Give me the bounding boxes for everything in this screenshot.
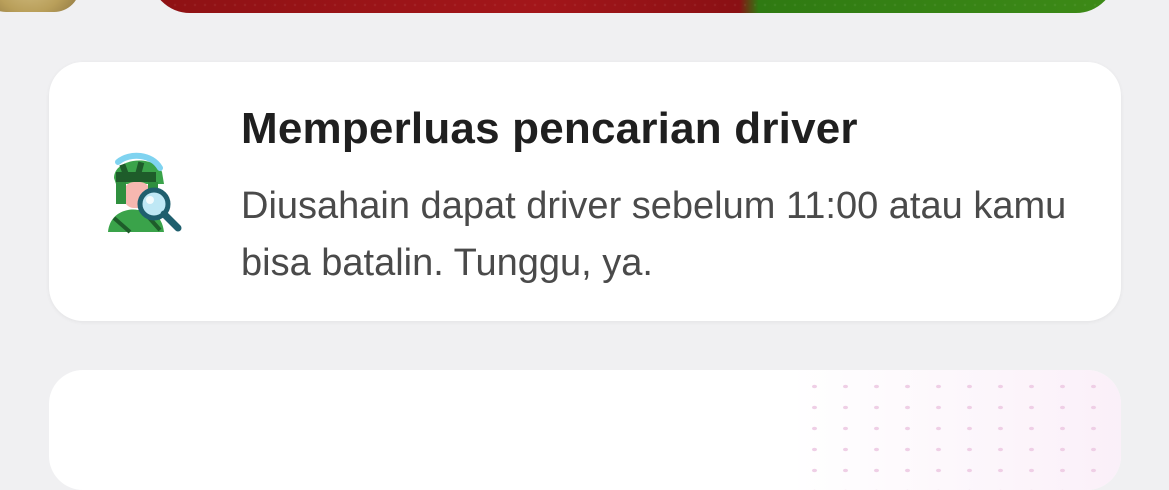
top-promo-banner-partial[interactable] [150, 0, 1116, 13]
top-thumbnail-partial [0, 0, 80, 12]
next-card-partial [49, 370, 1121, 490]
status-description: Diusahain dapat driver sebelum 11:00 ata… [241, 185, 1067, 284]
status-title: Memperluas pencarian driver [241, 104, 858, 153]
dot-pattern-decoration [791, 370, 1121, 490]
driver-search-icon [108, 152, 182, 234]
